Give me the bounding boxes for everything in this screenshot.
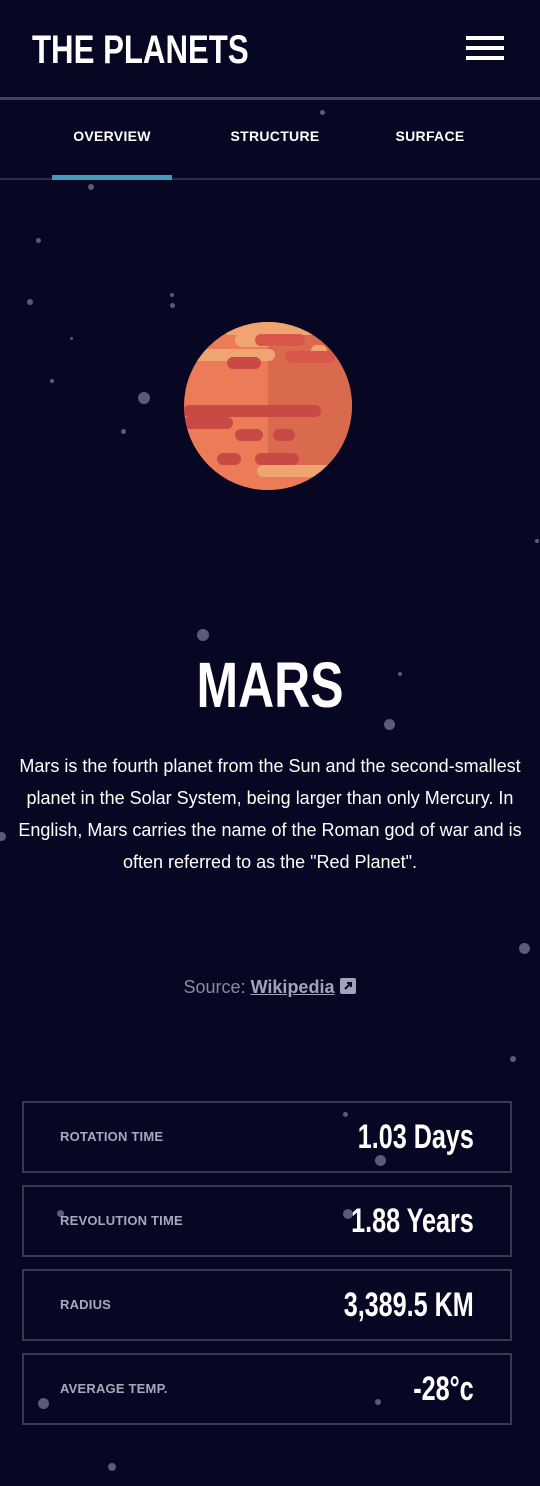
menu-bar (466, 56, 504, 60)
hamburger-menu-icon[interactable] (466, 34, 504, 62)
external-link-icon[interactable] (340, 976, 357, 994)
stat-value: 1.88 Years (351, 1202, 474, 1240)
star (0, 832, 6, 841)
star (88, 184, 94, 190)
star (197, 629, 209, 641)
star (36, 238, 41, 243)
tab-surface[interactable]: SURFACE (370, 100, 490, 178)
planet-description: Mars is the fourth planet from the Sun a… (18, 756, 522, 872)
tab-overview[interactable]: OVERVIEW (52, 100, 172, 178)
source-label: Source: (183, 977, 246, 997)
star (70, 337, 73, 340)
stat-rotation-time: ROTATION TIME 1.03 Days (22, 1101, 512, 1173)
star (519, 943, 530, 954)
stat-radius: RADIUS 3,389.5 KM (22, 1269, 512, 1341)
star (510, 1056, 516, 1062)
stat-label: AVERAGE TEMP. (60, 1381, 168, 1396)
stat-revolution-time: REVOLUTION TIME 1.88 Years (22, 1185, 512, 1257)
star (121, 429, 126, 434)
stat-value: -28°c (413, 1370, 474, 1408)
star (50, 379, 54, 383)
menu-bar (466, 46, 504, 50)
wikipedia-link[interactable]: Wikipedia (251, 977, 335, 997)
mars-planet-image (183, 321, 353, 491)
stat-value: 1.03 Days (357, 1118, 474, 1156)
mars-planet-icon (184, 322, 352, 490)
stat-label: RADIUS (60, 1297, 112, 1312)
star (138, 392, 150, 404)
active-tab-indicator (52, 175, 172, 180)
star (170, 293, 174, 297)
stat-value: 3,389.5 KM (343, 1286, 474, 1324)
tab-structure[interactable]: STRUCTURE (215, 100, 335, 178)
star (108, 1463, 116, 1471)
stat-average-temp: AVERAGE TEMP. -28°c (22, 1353, 512, 1425)
stat-label: REVOLUTION TIME (60, 1213, 183, 1228)
planet-tabs: OVERVIEW STRUCTURE SURFACE (0, 100, 540, 180)
star (27, 299, 33, 305)
site-header: THE PLANETS (0, 0, 540, 100)
menu-bar (466, 36, 504, 40)
source-line: Source: Wikipedia (0, 975, 540, 999)
star (535, 539, 539, 543)
planet-name: MARS (196, 649, 344, 721)
stat-label: ROTATION TIME (60, 1129, 164, 1144)
star (170, 303, 175, 308)
site-logo[interactable]: THE PLANETS (32, 24, 249, 76)
